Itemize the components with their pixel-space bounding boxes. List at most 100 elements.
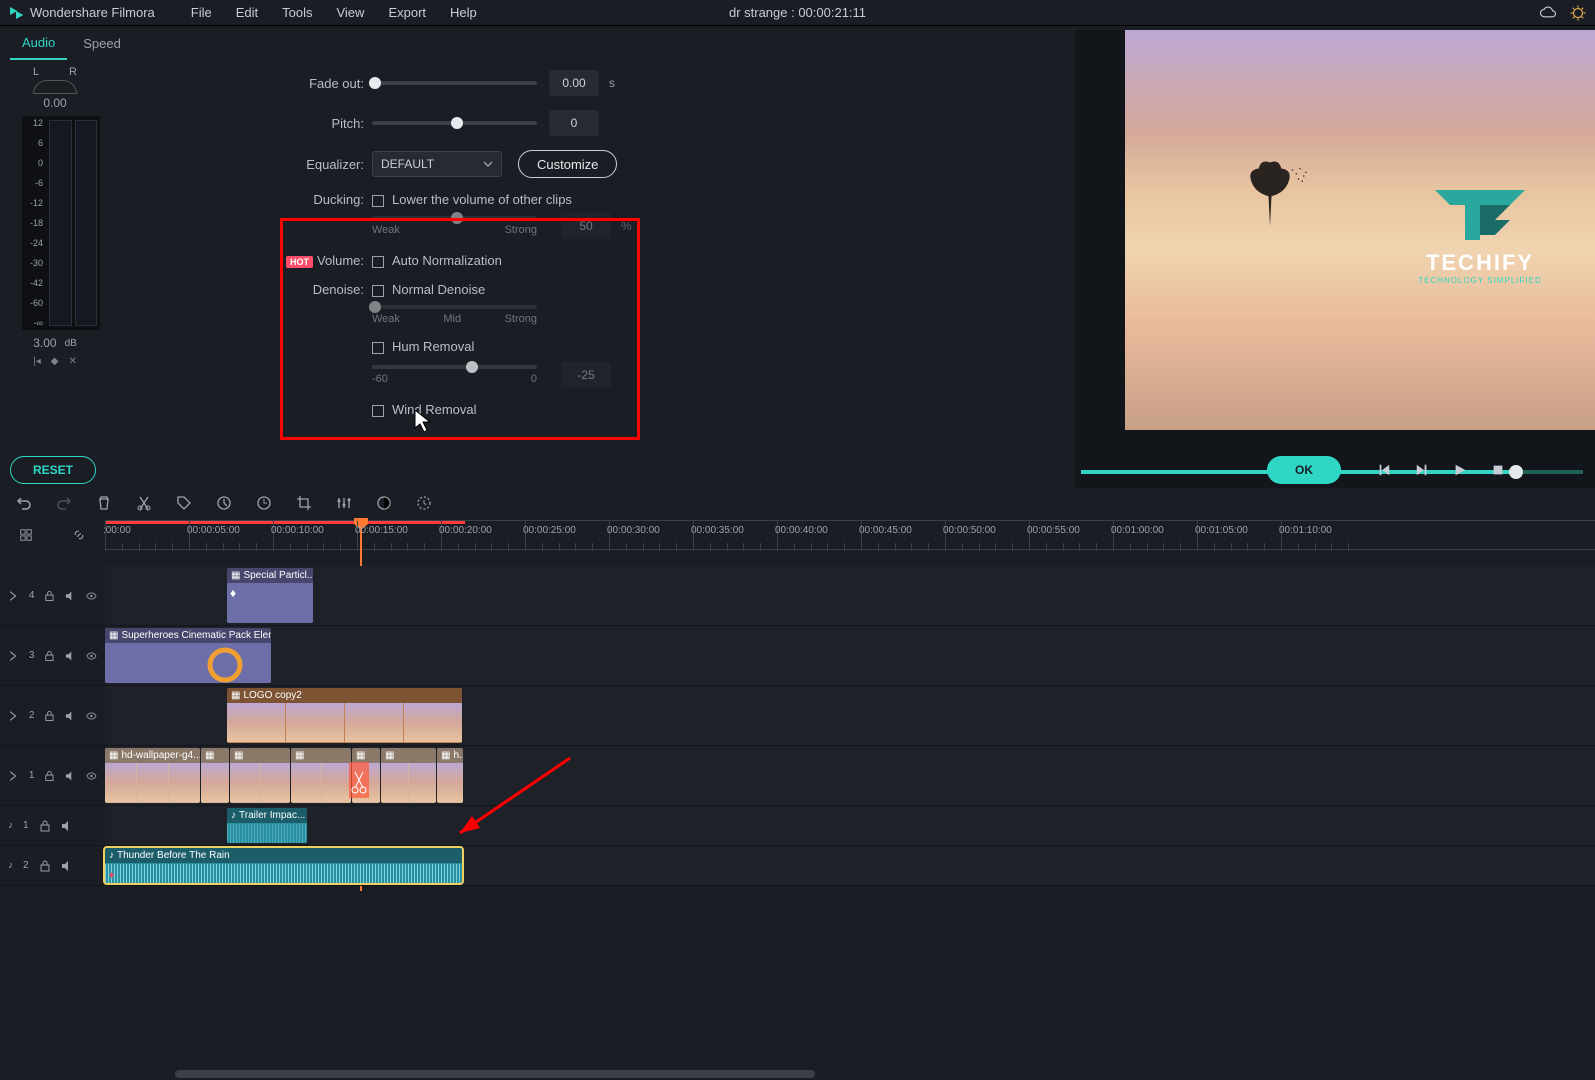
pitch-value[interactable]: 0 (549, 110, 599, 136)
fadeout-label: Fade out: (250, 76, 372, 91)
ducking-checkbox[interactable] (372, 195, 384, 207)
fadeout-slider[interactable] (372, 81, 537, 85)
ducking-amount: 50 (561, 213, 611, 239)
ruler-tick-label: :00:00 (103, 525, 131, 536)
lock-icon[interactable] (44, 650, 55, 662)
lock-icon[interactable] (39, 820, 51, 832)
ruler-tick-label: 00:00:40:00 (775, 525, 828, 536)
clip-superheroes[interactable]: ▦Superheroes Cinematic Pack Eleme... (105, 628, 271, 683)
meter-close-icon[interactable]: ✕ (68, 356, 76, 367)
hum-label: Hum Removal (392, 339, 474, 354)
pan-knob[interactable] (33, 80, 77, 94)
lock-icon[interactable] (44, 590, 55, 602)
link-icon[interactable] (72, 528, 86, 542)
ruler-tick-label: 00:00:05:00 (187, 525, 240, 536)
cloud-icon[interactable] (1539, 4, 1557, 22)
undo-icon[interactable] (16, 495, 32, 511)
clip-wallpaper-1[interactable]: ▦hd-wallpaper-g4... (105, 748, 200, 803)
tab-audio[interactable]: Audio (10, 27, 67, 60)
hum-value: -25 (561, 362, 611, 388)
ok-button[interactable]: OK (1267, 456, 1341, 484)
chevron-icon[interactable] (8, 770, 19, 782)
eye-icon[interactable] (86, 710, 97, 722)
crop-icon[interactable] (296, 495, 312, 511)
stop-icon[interactable] (1491, 463, 1505, 477)
timeline-scrollbar[interactable] (105, 1068, 1595, 1080)
chevron-icon[interactable] (8, 710, 19, 722)
clip-wallpaper-6[interactable]: ▦ (381, 748, 436, 803)
hum-max: 0 (531, 373, 537, 385)
denoise-checkbox[interactable] (372, 285, 384, 297)
clip-logo[interactable]: ▦LOGO copy2 (227, 688, 462, 743)
menu-edit[interactable]: Edit (224, 5, 270, 20)
ruler-tick-label: 00:01:00:00 (1111, 525, 1164, 536)
menu-view[interactable]: View (324, 5, 376, 20)
mute-icon[interactable] (61, 860, 73, 872)
clip-wallpaper-2[interactable]: ▦ (201, 748, 229, 803)
color-icon[interactable] (376, 495, 392, 511)
fadeout-value[interactable]: 0.00 (549, 70, 599, 96)
meter-keyframe-icon[interactable]: ◆ (51, 356, 59, 367)
lock-icon[interactable] (44, 770, 55, 782)
adjust-icon[interactable] (336, 495, 352, 511)
reset-button[interactable]: RESET (10, 456, 96, 484)
play-icon[interactable] (1453, 463, 1467, 477)
preview-logo-tagline: TECHNOLOGY SIMPLIFIED (1418, 276, 1542, 285)
autonorm-checkbox[interactable] (372, 256, 384, 268)
clip-h[interactable]: ▦h... (437, 748, 463, 803)
clip-thunder-selected[interactable]: ♪Thunder Before The Rain ♦ (105, 848, 462, 883)
mute-icon[interactable] (65, 770, 76, 782)
duration-icon[interactable] (256, 495, 272, 511)
clip-wallpaper-4[interactable]: ▦ (291, 748, 351, 803)
hum-slider[interactable] (372, 365, 537, 369)
next-frame-icon[interactable] (1415, 463, 1429, 477)
track-video-3: 3 ▦Superheroes Cinematic Pack Eleme... (0, 626, 1595, 686)
mute-icon[interactable] (61, 820, 73, 832)
mute-icon[interactable] (65, 590, 76, 602)
pitch-slider[interactable] (372, 121, 537, 125)
ducking-slider[interactable] (372, 216, 537, 220)
frame-view-icon[interactable] (19, 528, 33, 542)
delete-icon[interactable] (96, 495, 112, 511)
eye-icon[interactable] (86, 650, 97, 662)
preview-video[interactable]: TECHIFY TECHNOLOGY SIMPLIFIED (1125, 30, 1595, 430)
tab-speed[interactable]: Speed (71, 28, 133, 59)
prev-frame-icon[interactable] (1377, 463, 1391, 477)
menu-help[interactable]: Help (438, 5, 489, 20)
clip-trailer[interactable]: ♪Trailer Impac... (227, 808, 307, 843)
chevron-icon[interactable] (8, 650, 19, 662)
ducking-label: Ducking: (250, 192, 372, 207)
speed-icon[interactable] (216, 495, 232, 511)
meter-prev-icon[interactable]: |◂ (33, 356, 41, 367)
menu-export[interactable]: Export (376, 5, 438, 20)
chevron-icon[interactable] (8, 590, 19, 602)
cut-icon[interactable] (136, 495, 152, 511)
hum-checkbox[interactable] (372, 342, 384, 354)
denoise-strong: Strong (505, 313, 537, 325)
clip-wallpaper-3[interactable]: ▦ (230, 748, 290, 803)
hot-badge: HOT (286, 256, 313, 268)
denoise-slider[interactable] (372, 305, 537, 309)
menu-file[interactable]: File (179, 5, 224, 20)
mute-icon[interactable] (65, 650, 76, 662)
tag-icon[interactable] (176, 495, 192, 511)
vu-scale-label: -42 (22, 278, 43, 288)
track-video-2: 2 ▦LOGO copy2 (0, 686, 1595, 746)
menu-tools[interactable]: Tools (270, 5, 324, 20)
mute-icon[interactable] (65, 710, 76, 722)
hum-min: -60 (372, 373, 388, 385)
wind-checkbox[interactable] (372, 405, 384, 417)
timeline-ruler[interactable]: :00:0000:00:05:0000:00:10:0000:00:15:000… (0, 520, 1595, 550)
history-icon[interactable] (416, 495, 432, 511)
timeline-tracks: 4 ▦Special Particl... ♦ 3 ▦Superheroes C… (0, 550, 1595, 1080)
lock-icon[interactable] (44, 710, 55, 722)
redo-icon[interactable] (56, 495, 72, 511)
eq-customize-button[interactable]: Customize (518, 150, 617, 178)
eye-icon[interactable] (86, 770, 97, 782)
lock-icon[interactable] (39, 860, 51, 872)
tips-icon[interactable] (1569, 4, 1587, 22)
ruler-tick-label: 00:00:15:00 (355, 525, 408, 536)
clip-special-particles[interactable]: ▦Special Particl... ♦ (227, 568, 313, 623)
eq-dropdown[interactable]: DEFAULT (372, 151, 502, 177)
eye-icon[interactable] (86, 590, 97, 602)
